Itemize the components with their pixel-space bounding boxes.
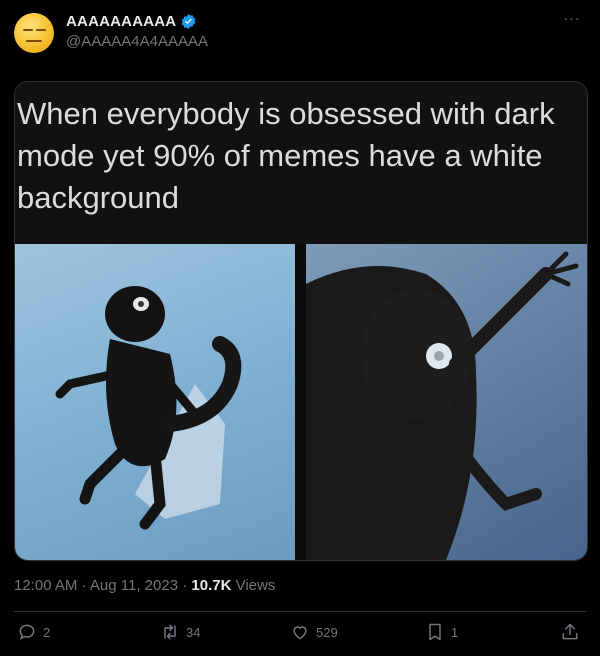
tweet-timestamp[interactable]: 12:00 AM · Aug 11, 2023 · 10.7K Views: [14, 577, 275, 594]
monkey-photo-standing[interactable]: [15, 244, 295, 560]
views-count: 10.7K: [191, 577, 232, 594]
views-label: Views: [231, 577, 276, 594]
avatar[interactable]: [14, 13, 54, 53]
avatar-eye-left: [23, 29, 33, 31]
retweet-button[interactable]: 34: [160, 622, 200, 642]
author-handle[interactable]: @AAAAA4A4AAAAA: [66, 33, 208, 50]
monkey-standing-illustration: [55, 286, 242, 530]
tweet-header: AAAAAAAAAA @AAAAA4A4AAAAA ···: [0, 0, 600, 72]
tweet-date[interactable]: Aug 11, 2023: [90, 577, 178, 594]
meta-separator-2: ·: [178, 577, 192, 594]
heart-icon: [293, 626, 307, 640]
retweet-count: 34: [186, 624, 201, 640]
media-card[interactable]: When everybody is obsessed with dark mod…: [14, 81, 588, 561]
avatar-eye-right: [36, 29, 46, 31]
author-name-row: AAAAAAAAAA: [66, 13, 197, 30]
reply-count: 2: [43, 624, 51, 640]
bookmark-button[interactable]: 1: [425, 622, 458, 642]
like-button[interactable]: 529: [290, 622, 338, 642]
verified-badge-icon: [181, 14, 196, 29]
action-bar: 2 34 529 1: [0, 612, 600, 656]
share-icon: [562, 623, 578, 640]
meme-caption-text: When everybody is obsessed with dark mod…: [17, 96, 555, 215]
tweet-time[interactable]: 12:00 AM: [14, 577, 77, 594]
meta-separator: ·: [77, 577, 90, 594]
more-dots-icon[interactable]: ···: [562, 8, 582, 28]
reply-icon: [19, 624, 35, 640]
author-display-name[interactable]: AAAAAAAAAA: [66, 13, 176, 30]
bookmark-count: 1: [451, 624, 459, 640]
like-count: 529: [316, 624, 338, 640]
monkey-closeup-illustration: [306, 251, 579, 560]
meme-caption-panel: When everybody is obsessed with dark mod…: [15, 82, 587, 244]
retweet-icon: [164, 624, 176, 640]
avatar-mouth: [26, 40, 42, 42]
monkey-photo-closeup[interactable]: [306, 244, 587, 560]
photo-gap: [295, 244, 306, 560]
bookmark-icon: [429, 623, 441, 641]
share-button[interactable]: [560, 622, 580, 642]
reply-button[interactable]: 2: [17, 622, 50, 642]
